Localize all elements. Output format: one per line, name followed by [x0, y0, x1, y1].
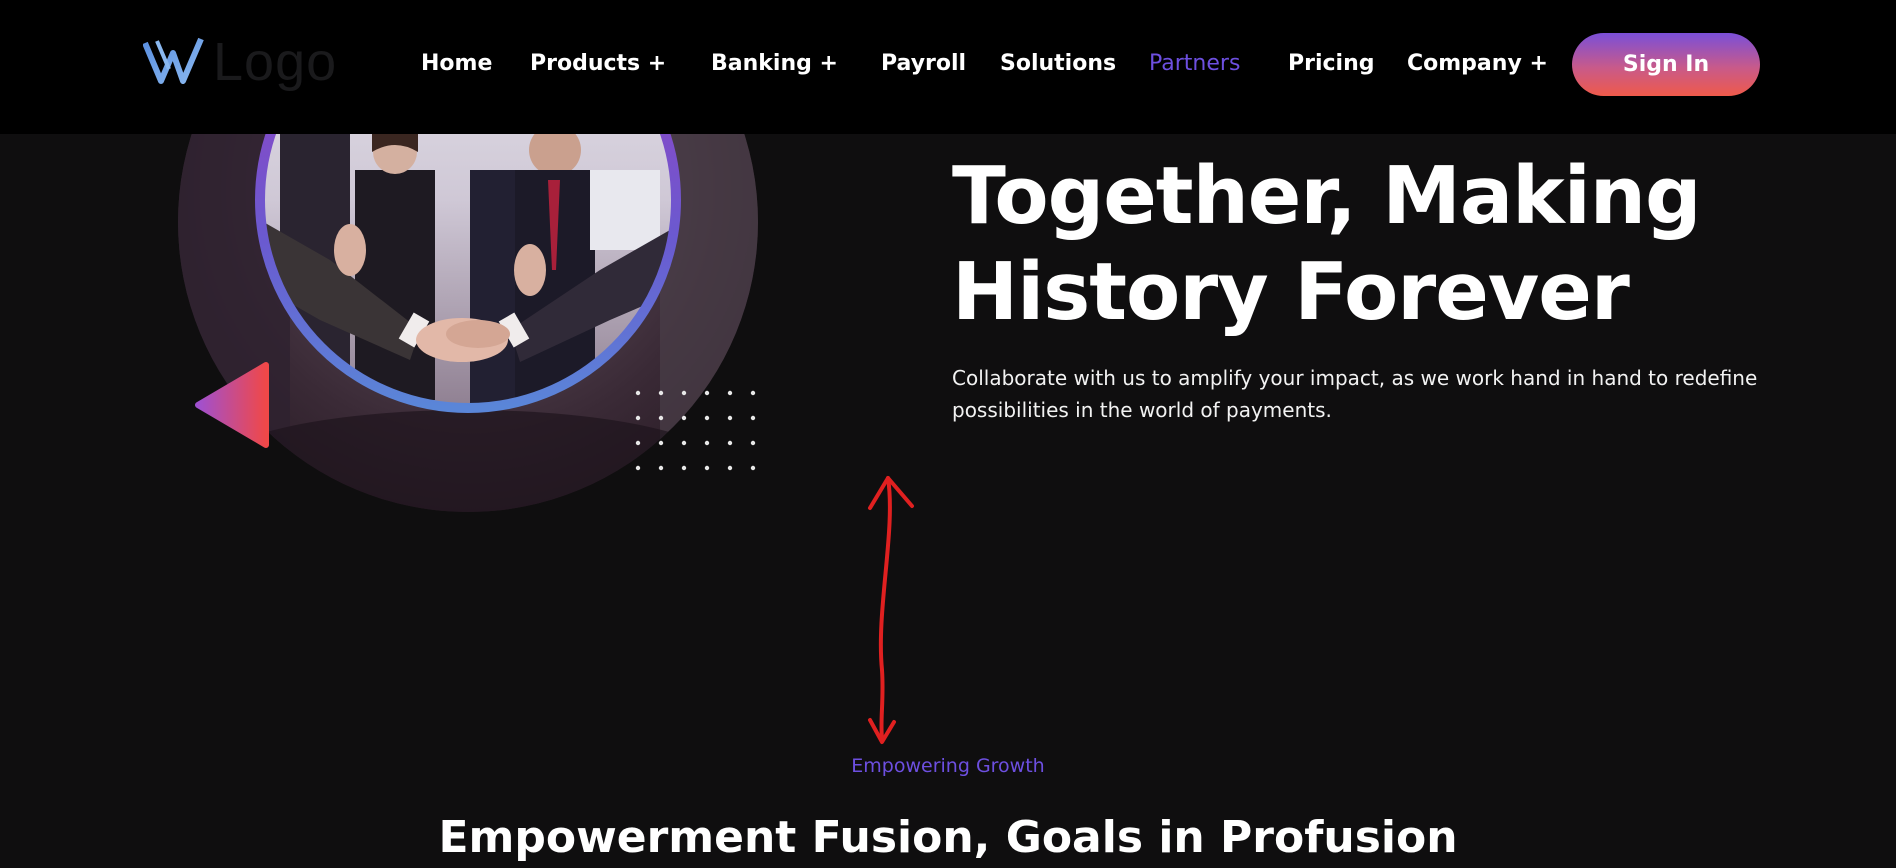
dot	[681, 465, 687, 471]
dot	[727, 415, 733, 421]
dot	[681, 390, 687, 396]
dot	[750, 415, 756, 421]
dot	[727, 390, 733, 396]
dot	[727, 440, 733, 446]
dot	[658, 440, 664, 446]
nav-solutions[interactable]: Solutions	[1000, 48, 1116, 80]
nav-pricing[interactable]: Pricing	[1288, 48, 1375, 80]
dot	[635, 440, 641, 446]
dot	[658, 415, 664, 421]
nav-banking[interactable]: Banking +	[711, 48, 838, 80]
dot	[635, 390, 641, 396]
dot	[635, 465, 641, 471]
dot	[750, 440, 756, 446]
dot	[704, 390, 710, 396]
dot	[635, 415, 641, 421]
double-arrow-annotation-icon	[868, 476, 914, 744]
section-title: Empowerment Fusion, Goals in Profusion	[438, 812, 1458, 863]
nav-payroll[interactable]: Payroll	[881, 48, 966, 80]
logo-text: Logo	[213, 32, 338, 92]
dot	[727, 465, 733, 471]
sign-in-button[interactable]: Sign In	[1572, 33, 1760, 96]
hero-headline-line-2: History Forever	[952, 246, 1630, 338]
dot	[658, 390, 664, 396]
hero-headline: Together, Making History Forever	[952, 148, 1852, 340]
dot	[704, 415, 710, 421]
dot	[750, 465, 756, 471]
nav-company[interactable]: Company +	[1407, 48, 1548, 80]
section-eyebrow: Empowering Growth	[851, 755, 1045, 777]
hero-headline-line-1: Together, Making	[952, 150, 1702, 242]
hero-intro-text: Collaborate with us to amplify your impa…	[952, 366, 1758, 422]
dot	[704, 440, 710, 446]
dot	[681, 440, 687, 446]
dot	[658, 465, 664, 471]
nav-products[interactable]: Products +	[530, 48, 666, 80]
nav-partners[interactable]: Partners	[1149, 48, 1240, 80]
dot	[681, 415, 687, 421]
dot	[750, 390, 756, 396]
dot	[704, 465, 710, 471]
logo[interactable]: Logo	[143, 33, 337, 91]
site-header: Logo Home Products + Banking + Payroll S…	[0, 0, 1896, 134]
logo-mark-icon	[143, 37, 204, 84]
nav-home[interactable]: Home	[421, 48, 492, 80]
